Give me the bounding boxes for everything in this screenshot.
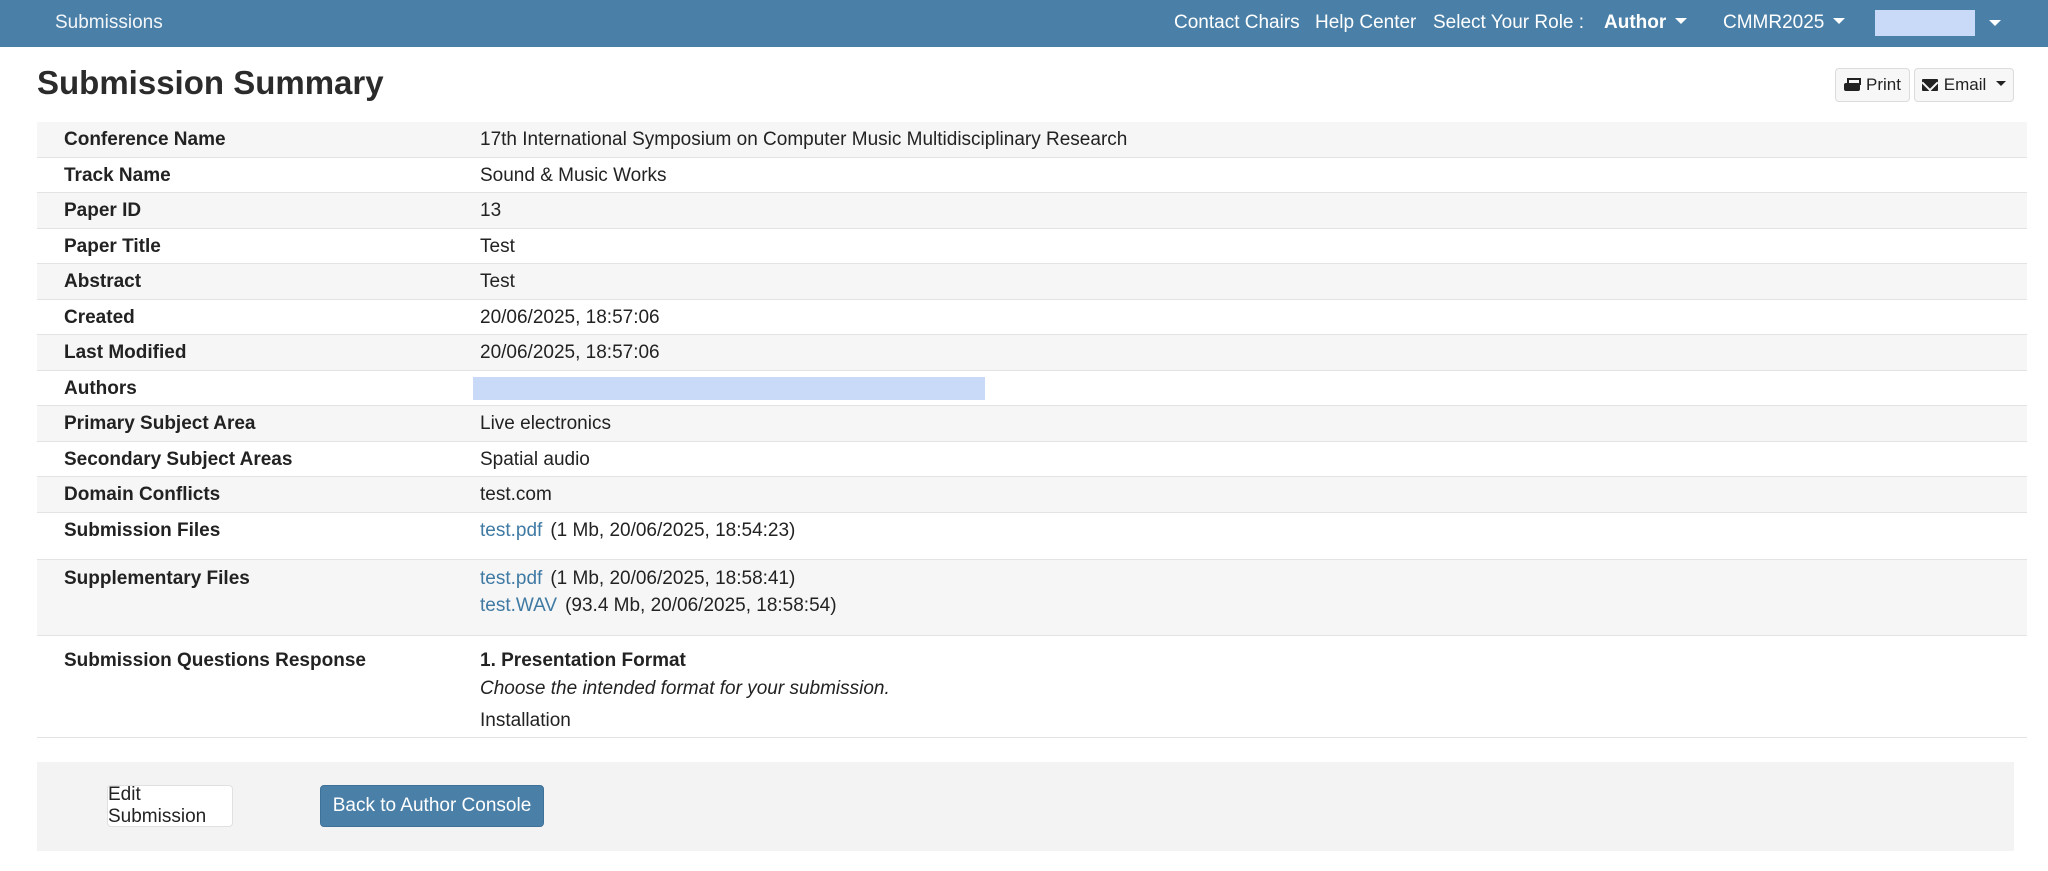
file-meta: (93.4 Mb, 20/06/2025, 18:58:54)	[565, 594, 837, 616]
role-dropdown-value: Author	[1604, 12, 1667, 33]
row-value: test.pdf (1 Mb, 20/06/2025, 18:58:41) tes…	[480, 568, 837, 617]
edit-submission-button[interactable]: Edit Submission	[107, 784, 233, 827]
row-label: Paper Title	[64, 235, 161, 257]
row-label: Domain Conflicts	[64, 484, 221, 505]
table-row: Conference Name 17th International Sympo…	[37, 122, 2027, 158]
table-row: Submission Questions Response 1. Present…	[37, 636, 2027, 738]
table-row: Paper Title Test	[37, 229, 2027, 264]
question-title: 1. Presentation Format	[480, 649, 686, 671]
question-answer: Installation	[480, 709, 571, 731]
row-label: Paper ID	[64, 200, 142, 221]
table-row: Abstract Test	[37, 264, 2027, 300]
row-label: Track Name	[64, 164, 171, 186]
submission-file-link[interactable]: test.pdf	[480, 520, 542, 541]
nav-select-role-label: Select Your Role :	[1433, 12, 1585, 33]
top-navbar: Submissions Contact Chairs Help Center S…	[0, 0, 2048, 47]
chevron-down-icon	[1833, 17, 1846, 24]
row-value: Test	[480, 271, 515, 292]
row-label: Conference Name	[64, 129, 226, 150]
row-value: Test	[480, 235, 515, 257]
row-value: test.com	[480, 484, 552, 505]
row-value: 1. Presentation Format Choose the intend…	[480, 650, 890, 732]
print-button[interactable]: Print	[1835, 68, 1910, 102]
row-value: 17th International Symposium on Computer…	[480, 129, 1128, 150]
email-dropdown-button[interactable]: Email	[1914, 68, 2014, 102]
table-row: Primary Subject Area Live electronics	[37, 406, 2027, 442]
row-value: 13	[480, 200, 502, 221]
row-label: Supplementary Files	[64, 567, 250, 589]
row-value: test.pdf (1 Mb, 20/06/2025, 18:54:23)	[480, 520, 795, 542]
nav-contact-chairs[interactable]: Contact Chairs	[1174, 12, 1300, 34]
file-entry: test.pdf (1 Mb, 20/06/2025, 18:58:41)	[480, 568, 837, 590]
submission-summary-table: Conference Name 17th International Sympo…	[37, 122, 2027, 738]
nav-help-center[interactable]: Help Center	[1315, 12, 1416, 34]
row-value: 20/06/2025, 18:57:06	[480, 342, 660, 363]
envelope-icon	[1921, 79, 1938, 91]
table-row: Submission Files test.pdf (1 Mb, 20/06/20…	[37, 513, 2027, 560]
supplementary-file-link[interactable]: test.pdf	[480, 568, 542, 589]
file-entry: test.WAV (93.4 Mb, 20/06/2025, 18:58:54)	[480, 595, 837, 617]
action-footer: Edit Submission Back to Author Console	[37, 762, 2014, 851]
row-value: 20/06/2025, 18:57:06	[480, 306, 660, 328]
file-entry: test.pdf (1 Mb, 20/06/2025, 18:54:23)	[480, 520, 795, 542]
back-to-author-console-button[interactable]: Back to Author Console	[320, 785, 544, 827]
row-label: Primary Subject Area	[64, 413, 256, 434]
chevron-down-icon	[1675, 17, 1688, 24]
email-button-label: Email	[1943, 75, 1987, 94]
table-row: Track Name Sound & Music Works	[37, 158, 2027, 193]
row-label: Authors	[64, 377, 137, 399]
row-label: Submission Files	[64, 519, 221, 541]
row-value: Spatial audio	[480, 448, 590, 470]
table-row: Secondary Subject Areas Spatial audio	[37, 442, 2027, 477]
chevron-down-icon[interactable]	[1989, 20, 2001, 26]
supplementary-file-link[interactable]: test.WAV	[480, 595, 557, 616]
nav-brand-submissions[interactable]: Submissions	[55, 12, 163, 34]
table-row: Domain Conflicts test.com	[37, 477, 2027, 513]
question-help-text: Choose the intended format for your subm…	[480, 677, 890, 699]
row-label: Abstract	[64, 271, 142, 292]
table-row: Supplementary Files test.pdf (1 Mb, 20/06…	[37, 559, 2027, 636]
table-row: Paper ID 13	[37, 193, 2027, 229]
table-row: Authors	[37, 371, 2027, 406]
table-row: Created 20/06/2025, 18:57:06	[37, 300, 2027, 335]
row-label: Submission Questions Response	[64, 649, 366, 671]
row-value: Sound & Music Works	[480, 164, 667, 186]
table-row: Last Modified 20/06/2025, 18:57:06	[37, 335, 2027, 371]
file-meta: (1 Mb, 20/06/2025, 18:54:23)	[550, 519, 796, 541]
user-menu-redacted[interactable]	[1875, 10, 1975, 36]
file-meta: (1 Mb, 20/06/2025, 18:58:41)	[550, 567, 796, 589]
authors-redacted	[473, 376, 985, 400]
print-button-label: Print	[1866, 75, 1901, 94]
row-value: Live electronics	[480, 413, 611, 434]
row-label: Last Modified	[64, 342, 187, 363]
conference-dropdown[interactable]: CMMR2025	[1723, 12, 1846, 34]
chevron-down-icon	[1996, 80, 2007, 86]
row-label: Secondary Subject Areas	[64, 448, 293, 470]
row-label: Created	[64, 306, 135, 328]
printer-icon	[1844, 78, 1862, 92]
role-dropdown[interactable]: Author	[1604, 12, 1688, 34]
conference-dropdown-value: CMMR2025	[1723, 12, 1825, 33]
page-title: Submission Summary	[37, 64, 384, 101]
